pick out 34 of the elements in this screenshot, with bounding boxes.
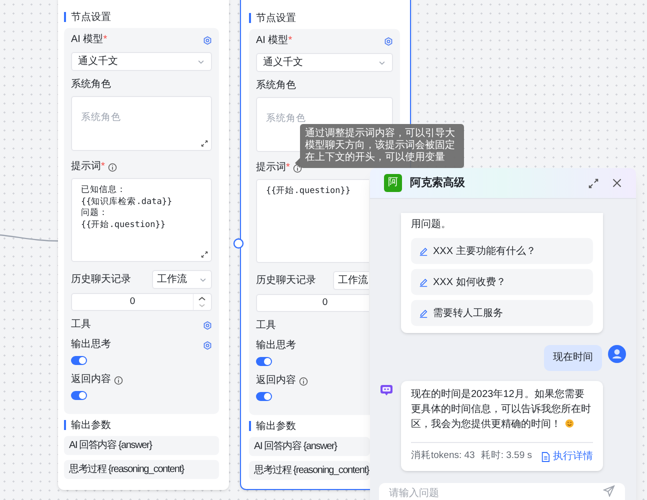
field-label: 提示词* (71, 161, 105, 173)
field-label: 工具 (256, 320, 276, 332)
field-label: 提示词* (256, 162, 290, 174)
prompt-text: 已知信息： {{知识库检索.data}} 问题： {{开始.question}} (81, 185, 174, 231)
field-label: 输出思考 (71, 339, 111, 351)
field-label: 历史聊天记录 (256, 274, 316, 288)
placeholder-text: 系统角色 (266, 113, 306, 124)
user-message: 现在时间 (544, 345, 602, 371)
field-label: 工具 (71, 319, 91, 331)
field-label: 返回内容 (256, 375, 296, 387)
chat-title: 阿克索高级 (410, 176, 465, 191)
avatar: 阿 (384, 174, 402, 192)
output-parameter: AI 回答内容 {answer} (64, 436, 219, 455)
field-label: 输出思考 (256, 340, 296, 352)
message-text: 用问题。 (411, 218, 452, 232)
field-label: 历史聊天记录 (71, 272, 131, 287)
message-text: 现在的时间是2023年12月。如果您需要更具体的时间信息，可以告诉我您所在时区，我会为您提供更精确的时间！ (411, 388, 592, 432)
duration-text: 耗时: 3.59 s (480, 449, 532, 464)
output-parameter: AI 回答内容 {answer} (249, 437, 370, 456)
prompt-tooltip: 通过调整提示词内容，可以引导大模型聊天方向，该提示词会被固定在上下文的开头，可以使用变量 (300, 124, 464, 168)
prompt-text: {{开始.question}} (266, 186, 352, 198)
section-title: 节点设置 (256, 12, 296, 26)
token-count: 消耗tokens: 43 (411, 449, 475, 464)
section-title: 输出参数 (256, 420, 296, 434)
field-label: 返回内容 (71, 374, 111, 386)
field-label: 系统角色 (71, 79, 111, 91)
output-parameter: 思考过程 {reasoning_content} (249, 461, 370, 480)
output-parameter: 思考过程 {reasoning_content} (64, 460, 219, 479)
section-title: 节点设置 (71, 10, 111, 24)
field-label: AI 模型* (256, 35, 292, 47)
field-label: AI 模型* (71, 34, 108, 46)
section-title: 输出参数 (71, 418, 111, 432)
placeholder-text: 系统角色 (81, 112, 121, 123)
field-label: 系统角色 (256, 80, 296, 92)
